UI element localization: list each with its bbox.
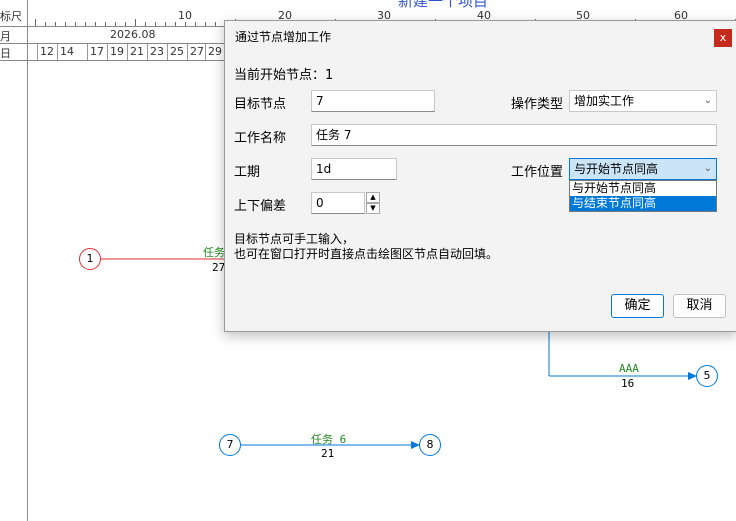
network-node-7[interactable]: 7: [219, 434, 241, 456]
work-position-value: 与开始节点同高: [574, 162, 659, 176]
hint-line-2: 也可在窗口打开时直接点击绘图区节点自动回填。: [234, 247, 499, 261]
op-type-select[interactable]: 增加实工作 ⌄: [569, 90, 717, 112]
add-work-dialog: 通过节点增加工作 x 当前开始节点：1 目标节点 7 操作类型 增加实工作 ⌄ …: [224, 20, 736, 332]
op-type-label: 操作类型: [511, 97, 564, 112]
target-node-input[interactable]: 7: [311, 90, 435, 112]
task6-duration: 21: [321, 447, 335, 460]
close-button[interactable]: x: [714, 29, 732, 47]
network-node-8[interactable]: 8: [419, 434, 441, 456]
offset-input[interactable]: 0: [311, 192, 365, 214]
cancel-button[interactable]: 取消: [673, 294, 726, 318]
close-icon: x: [719, 31, 727, 44]
dialog-titlebar[interactable]: 通过节点增加工作 x: [225, 21, 736, 51]
op-type-value: 增加实工作: [574, 94, 635, 108]
work-position-label: 工作位置: [511, 165, 564, 180]
dialog-title: 通过节点增加工作: [235, 30, 332, 44]
chevron-down-icon: ⌄: [703, 163, 712, 174]
network-node-5[interactable]: 5: [696, 365, 718, 387]
dropdown-option[interactable]: 与开始节点同高: [570, 181, 716, 196]
aaa-label: AAA: [619, 362, 639, 375]
aaa-duration: 16: [621, 377, 635, 390]
task-fragment-label: 任务: [203, 246, 225, 259]
spin-up-button[interactable]: ▲: [366, 192, 380, 203]
spin-down-button[interactable]: ▼: [366, 203, 380, 214]
duration-input[interactable]: 1d: [311, 158, 397, 180]
chevron-down-icon: ⌄: [703, 95, 712, 106]
ok-button[interactable]: 确定: [611, 294, 664, 318]
duration-label: 工期: [234, 165, 261, 180]
offset-label: 上下偏差: [234, 199, 287, 214]
network-node-1[interactable]: 1: [79, 248, 101, 270]
dropdown-option-selected[interactable]: 与结束节点同高: [570, 196, 716, 211]
work-name-label: 工作名称: [234, 131, 287, 146]
work-position-dropdown: 与开始节点同高 与结束节点同高: [569, 180, 717, 212]
current-start-node-label: 当前开始节点：1: [234, 68, 334, 83]
offset-spinner: ▲ ▼: [366, 192, 380, 214]
work-name-input[interactable]: 任务 7: [311, 124, 717, 146]
target-node-label: 目标节点: [234, 97, 287, 112]
task6-label: 任务 6: [311, 433, 347, 446]
work-position-select[interactable]: 与开始节点同高 ⌄: [569, 158, 717, 180]
